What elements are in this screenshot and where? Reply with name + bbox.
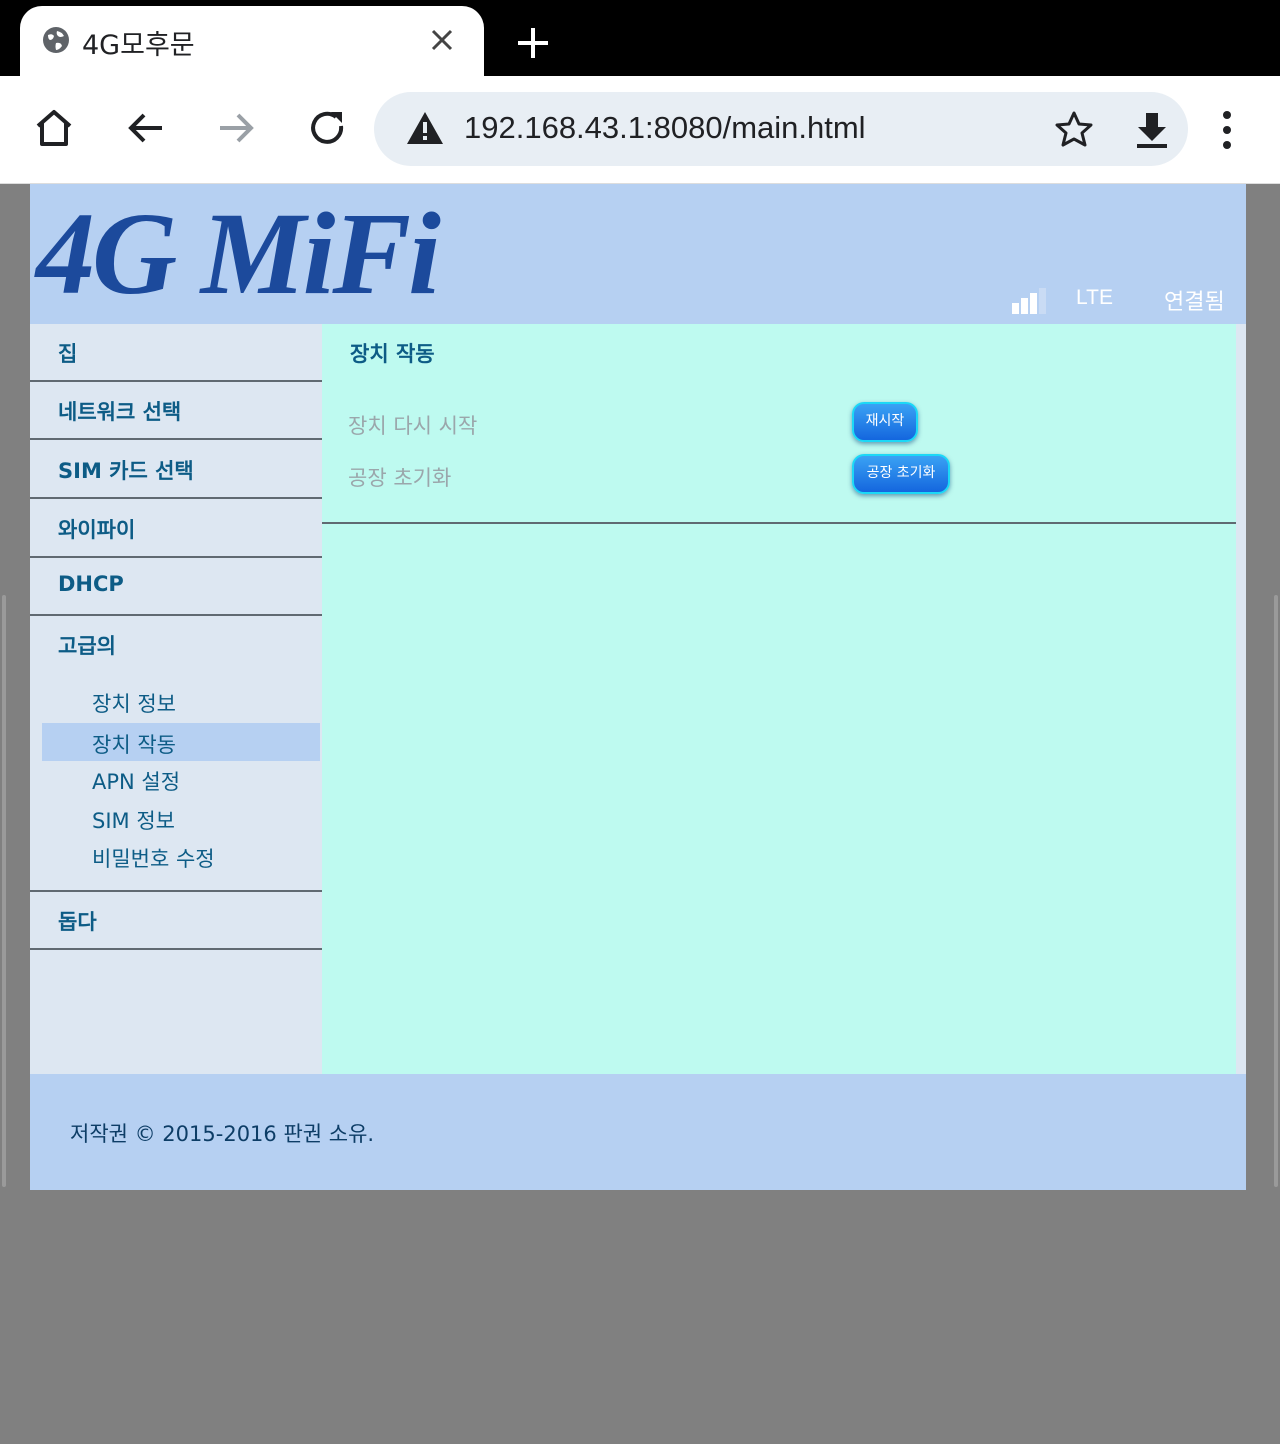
signal-strength-icon [1012, 288, 1046, 314]
sidebar-subitem-device-info[interactable]: 장치 정보 [42, 682, 320, 720]
subitem-label: APN 설정 [92, 770, 181, 794]
copyright-text: 저작권 © 2015-2016 판권 소유. [70, 1122, 375, 1146]
mifi-logo: 4G MiFi [36, 188, 441, 319]
plus-icon[interactable] [514, 24, 552, 62]
browser-tab-bar: 4G모후문 [0, 0, 1280, 76]
restart-button[interactable]: 재시작 [852, 402, 918, 442]
bookmark-star-icon[interactable] [1054, 110, 1094, 148]
left-scrollbar[interactable] [2, 595, 6, 1187]
restart-device-label: 장치 다시 시작 [348, 414, 478, 438]
sidebar-item-home[interactable]: 집 [30, 324, 322, 382]
sidebar-item-label: 고급의 [58, 634, 116, 658]
sidebar-item-label: 네트워크 선택 [58, 400, 182, 424]
connection-status: 연결됨 [1164, 290, 1225, 315]
download-icon[interactable] [1132, 110, 1172, 150]
sidebar-subitem-device-operation[interactable]: 장치 작동 [42, 723, 320, 761]
globe-icon [43, 27, 69, 53]
more-menu-icon[interactable] [1212, 110, 1242, 150]
sidebar-item-label: SIM 카드 선택 [58, 459, 194, 483]
sidebar-subitem-change-password[interactable]: 비밀번호 수정 [42, 837, 320, 875]
browser-toolbar: 192.168.43.1:8080/main.html [0, 76, 1280, 184]
sidebar-item-label: 와이파이 [58, 518, 136, 542]
warning-icon[interactable] [406, 110, 444, 146]
forward-icon[interactable] [214, 106, 258, 150]
reload-icon[interactable] [306, 106, 350, 150]
sidebar-subitem-sim-info[interactable]: SIM 정보 [42, 799, 320, 837]
subitem-label: 장치 작동 [92, 733, 176, 757]
sidebar-item-network-select[interactable]: 네트워크 선택 [30, 382, 322, 440]
sidebar-item-label: 돕다 [58, 910, 97, 934]
home-icon[interactable] [32, 106, 76, 150]
sidebar-item-wifi[interactable]: 와이파이 [30, 500, 322, 558]
subitem-label: 비밀번호 수정 [92, 847, 215, 871]
sidebar-item-sim-select[interactable]: SIM 카드 선택 [30, 441, 322, 499]
network-type-label: LTE [1076, 286, 1113, 309]
sidebar-item-help[interactable]: 돕다 [30, 892, 322, 950]
router-admin-page: 4G MiFi LTE 연결됨 집 네트워크 선택 SIM 카드 선택 와이파이… [30, 184, 1246, 1190]
sidebar-subitem-apn-settings[interactable]: APN 설정 [42, 760, 320, 798]
sidebar-item-dhcp[interactable]: DHCP [30, 558, 322, 616]
back-icon[interactable] [124, 106, 168, 150]
sidebar-item-label: 집 [58, 342, 78, 366]
section-divider [322, 522, 1236, 524]
browser-tab[interactable]: 4G모후문 [20, 6, 484, 76]
url-text[interactable]: 192.168.43.1:8080/main.html [464, 110, 866, 146]
right-scrollbar[interactable] [1274, 595, 1278, 1187]
subitem-label: SIM 정보 [92, 809, 175, 833]
sidebar-item-label: DHCP [58, 572, 124, 596]
address-bar[interactable]: 192.168.43.1:8080/main.html [374, 92, 1188, 166]
page-header: 4G MiFi LTE 연결됨 [30, 184, 1246, 324]
close-icon[interactable] [425, 23, 459, 57]
sidebar-nav: 집 네트워크 선택 SIM 카드 선택 와이파이 DHCP 고급의 장치 정보 … [30, 324, 322, 1074]
tab-title: 4G모후문 [82, 30, 195, 61]
factory-reset-label: 공장 초기화 [348, 466, 452, 490]
subitem-label: 장치 정보 [92, 692, 176, 716]
page-footer: 저작권 © 2015-2016 판권 소유. [30, 1074, 1246, 1190]
factory-reset-button[interactable]: 공장 초기화 [852, 454, 950, 494]
page-title: 장치 작동 [350, 342, 435, 366]
main-content: 장치 작동 장치 다시 시작 재시작 공장 초기화 공장 초기화 [322, 324, 1236, 1074]
